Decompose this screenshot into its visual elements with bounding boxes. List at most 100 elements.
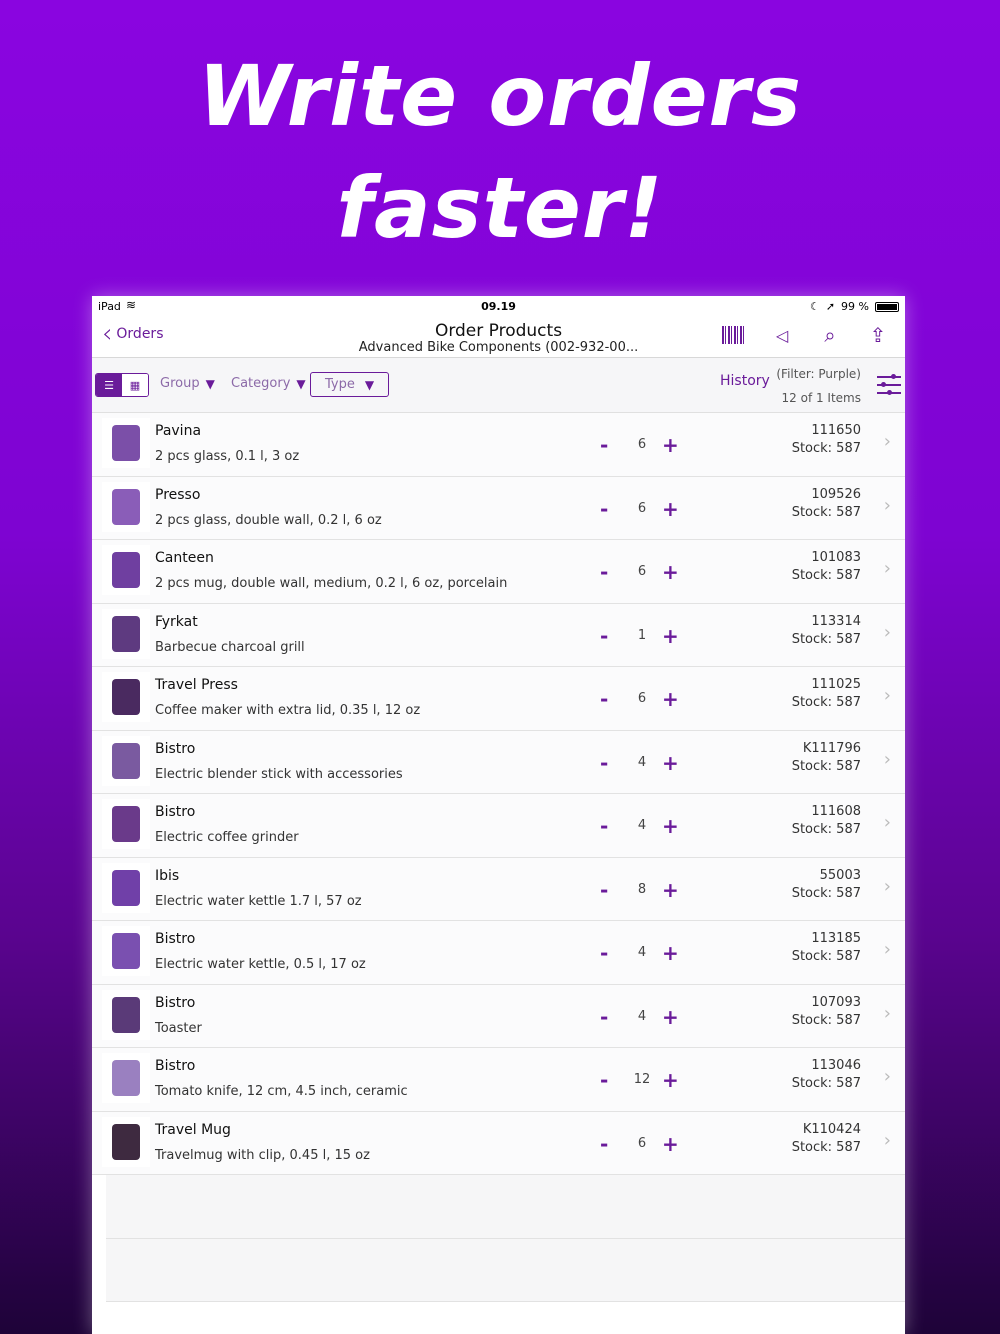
decrement-button[interactable]: - — [600, 560, 608, 584]
quantity-value[interactable]: 6 — [622, 1136, 662, 1151]
product-list: Pavina 2 pcs glass, 0.1 l, 3 oz - 6 + 11… — [92, 413, 905, 1302]
decrement-button[interactable]: - — [600, 687, 608, 711]
chevron-right-icon[interactable]: › — [884, 685, 891, 706]
product-sku: K111796 — [802, 740, 861, 756]
chevron-right-icon[interactable]: › — [884, 876, 891, 897]
ipad-screen: iPad ≋ 09.19 ☾ ➚ 99 % ‹ Orders Order Pro… — [92, 296, 905, 1334]
decrement-button[interactable]: - — [600, 624, 608, 648]
product-image — [102, 418, 150, 468]
product-row[interactable]: Ibis Electric water kettle 1.7 l, 57 oz … — [92, 857, 905, 921]
search-icon[interactable]: ⌕ — [817, 322, 843, 348]
type-filter[interactable]: Type ▼ — [310, 372, 389, 397]
product-row[interactable]: Bistro Tomato knife, 12 cm, 4.5 inch, ce… — [92, 1048, 905, 1112]
list-view-icon[interactable]: ☰ — [96, 374, 122, 396]
decrement-button[interactable]: - — [600, 1068, 608, 1092]
product-row[interactable]: Bistro Electric coffee grinder - 4 + 111… — [92, 794, 905, 858]
increment-button[interactable]: + — [662, 433, 679, 457]
product-name: Bistro — [155, 804, 196, 820]
chevron-right-icon[interactable]: › — [884, 1066, 891, 1087]
quantity-value[interactable]: 4 — [622, 1009, 662, 1024]
quantity-value[interactable]: 6 — [622, 691, 662, 706]
decrement-button[interactable]: - — [600, 814, 608, 838]
quantity-value[interactable]: 1 — [622, 628, 662, 643]
battery-percent: 99 % — [841, 300, 869, 313]
decrement-button[interactable]: - — [600, 751, 608, 775]
quantity-value[interactable]: 4 — [622, 818, 662, 833]
quantity-value[interactable]: 4 — [622, 755, 662, 770]
product-image — [102, 608, 150, 659]
product-row[interactable]: Bistro Electric water kettle, 0.5 l, 17 … — [92, 921, 905, 985]
decrement-button[interactable]: - — [600, 878, 608, 902]
increment-button[interactable]: + — [662, 1005, 679, 1029]
product-row[interactable]: Canteen 2 pcs mug, double wall, medium, … — [92, 540, 905, 604]
product-name: Bistro — [155, 994, 196, 1011]
megaphone-icon[interactable]: ◁ — [769, 322, 795, 348]
chevron-right-icon[interactable]: › — [884, 749, 891, 770]
decrement-button[interactable]: - — [600, 1132, 608, 1156]
decrement-button[interactable]: - — [600, 433, 608, 457]
product-description: 2 pcs mug, double wall, medium, 0.2 l, 6… — [155, 576, 508, 591]
chevron-right-icon[interactable]: › — [884, 495, 891, 516]
chevron-right-icon[interactable]: › — [884, 1003, 891, 1024]
product-name: Bistro — [155, 931, 196, 947]
product-row[interactable]: Bistro Electric blender stick with acces… — [92, 730, 905, 794]
decrement-button[interactable]: - — [600, 1005, 608, 1029]
chevron-right-icon[interactable]: › — [884, 431, 891, 452]
increment-button[interactable]: + — [662, 624, 679, 648]
quantity-value[interactable]: 6 — [622, 564, 662, 579]
chevron-right-icon[interactable]: › — [884, 1130, 891, 1151]
product-row[interactable]: Presso 2 pcs glass, double wall, 0.2 l, … — [92, 476, 905, 540]
increment-button[interactable]: + — [662, 687, 679, 711]
moon-icon: ☾ — [809, 300, 820, 313]
chevron-right-icon[interactable]: › — [884, 812, 891, 833]
category-filter[interactable]: Category ▼ — [231, 376, 306, 391]
group-filter[interactable]: Group ▼ — [160, 376, 215, 391]
share-icon[interactable]: ⇪ — [865, 322, 891, 348]
product-name: Bistro — [155, 1058, 196, 1074]
product-row[interactable]: Fyrkat Barbecue charcoal grill - 1 + 113… — [92, 603, 905, 667]
product-row[interactable]: Pavina 2 pcs glass, 0.1 l, 3 oz - 6 + 11… — [92, 413, 905, 477]
product-sku: 111608 — [811, 804, 861, 819]
chevron-right-icon[interactable]: › — [884, 939, 891, 960]
decrement-button[interactable]: - — [600, 941, 608, 965]
location-icon: ➚ — [825, 300, 836, 313]
increment-button[interactable]: + — [662, 878, 679, 902]
quantity-value[interactable]: 6 — [622, 437, 662, 452]
decrement-button[interactable]: - — [600, 497, 608, 521]
product-row[interactable]: Travel Mug Travelmug with clip, 0.45 l, … — [92, 1111, 905, 1175]
product-image — [102, 799, 150, 849]
increment-button[interactable]: + — [662, 941, 679, 965]
filter-summary: (Filter: Purple) 12 of 1 Items — [776, 362, 861, 410]
product-row[interactable]: Travel Press Coffee maker with extra lid… — [92, 667, 905, 731]
increment-button[interactable]: + — [662, 560, 679, 584]
empty-row — [106, 1175, 905, 1239]
product-row[interactable]: Bistro Toaster - 4 + 107093 Stock: 587 › — [92, 984, 905, 1048]
barcode-icon[interactable] — [721, 322, 747, 348]
product-description: Travelmug with clip, 0.45 l, 15 oz — [155, 1147, 370, 1163]
product-name: Presso — [155, 486, 201, 503]
product-image — [102, 989, 150, 1040]
increment-button[interactable]: + — [662, 497, 679, 521]
product-description: 2 pcs glass, 0.1 l, 3 oz — [155, 449, 300, 464]
quantity-value[interactable]: 8 — [622, 882, 662, 897]
product-sku: 111025 — [811, 677, 861, 692]
product-description: Barbecue charcoal grill — [155, 639, 305, 655]
stock-level: Stock: 587 — [791, 1139, 861, 1155]
history-button[interactable]: History — [720, 373, 770, 389]
sliders-icon[interactable] — [877, 372, 901, 398]
increment-button[interactable]: + — [662, 751, 679, 775]
increment-button[interactable]: + — [662, 1132, 679, 1156]
grid-view-icon[interactable]: ▦ — [122, 374, 148, 396]
quantity-value[interactable]: 12 — [622, 1072, 662, 1087]
product-description: Electric water kettle, 0.5 l, 17 oz — [155, 957, 366, 972]
stock-level: Stock: 587 — [791, 1012, 861, 1028]
chevron-right-icon[interactable]: › — [884, 558, 891, 579]
headline-line-2: faster! — [336, 159, 664, 257]
product-name: Canteen — [155, 550, 214, 566]
product-sku: 109526 — [811, 486, 861, 502]
quantity-value[interactable]: 6 — [622, 501, 662, 516]
chevron-right-icon[interactable]: › — [884, 622, 891, 643]
increment-button[interactable]: + — [662, 814, 679, 838]
quantity-value[interactable]: 4 — [622, 945, 662, 960]
increment-button[interactable]: + — [662, 1068, 679, 1092]
